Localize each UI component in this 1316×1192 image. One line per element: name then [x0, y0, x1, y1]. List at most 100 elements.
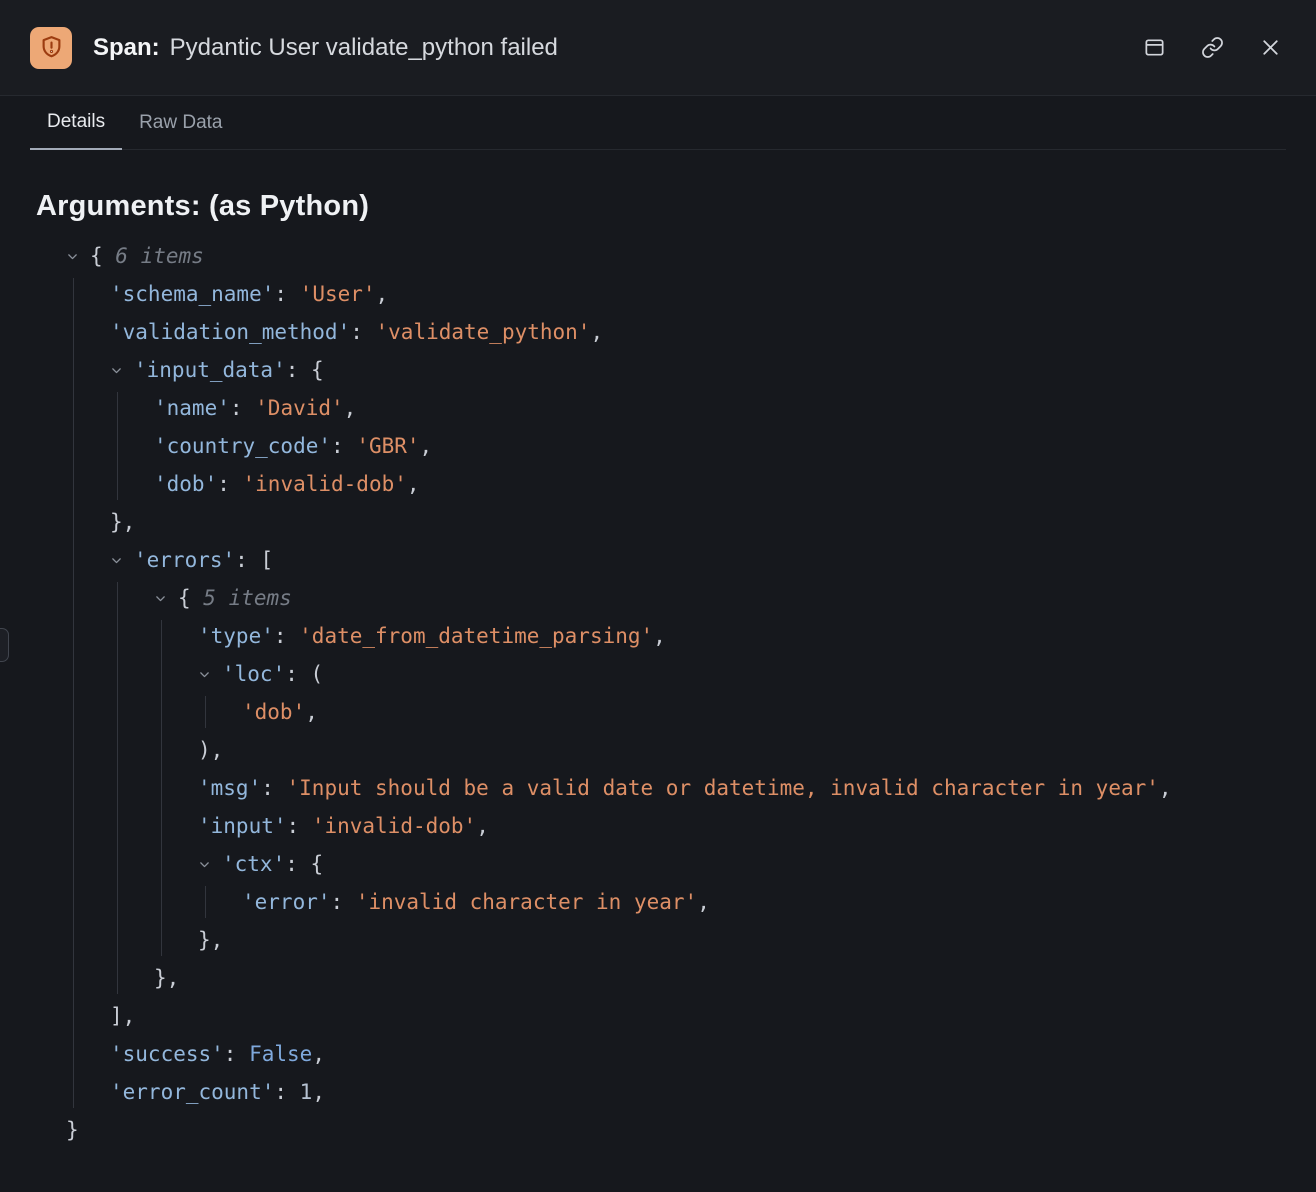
token-p: {: [178, 586, 203, 610]
details-panel-content: Arguments: (as Python) { 6 items'schema_…: [0, 190, 1316, 1149]
token-m: 5 items: [203, 586, 292, 610]
drawer-resize-handle[interactable]: [0, 628, 9, 662]
tree-line: 'input': 'invalid-dob',: [30, 807, 1286, 845]
indent-guide: [205, 886, 206, 918]
token-k: 'dob': [154, 472, 217, 496]
tree-line: },: [30, 959, 1286, 997]
token-p: },: [154, 966, 179, 990]
alert-shield-icon: [30, 27, 72, 69]
token-p: ,: [407, 472, 420, 496]
token-p: :: [217, 472, 242, 496]
tree-line: 'schema_name': 'User',: [30, 275, 1286, 313]
collapse-toggle-icon[interactable]: [198, 668, 222, 681]
tree-line: 'errors': [: [30, 541, 1286, 579]
token-k: 'msg': [198, 776, 261, 800]
token-s: 'User': [300, 282, 376, 306]
tree-line: 'country_code': 'GBR',: [30, 427, 1286, 465]
token-p: ,: [344, 396, 357, 420]
span-title-label: Span:: [93, 34, 160, 61]
token-p: ,: [305, 700, 318, 724]
token-k: 'schema_name': [110, 282, 274, 306]
token-p: :: [331, 434, 356, 458]
token-p: ],: [110, 1004, 135, 1028]
tree-line: 'name': 'David',: [30, 389, 1286, 427]
token-p: ),: [198, 738, 223, 762]
token-p: ,: [1159, 776, 1172, 800]
tree-line: 'msg': 'Input should be a valid date or …: [30, 769, 1286, 807]
collapse-toggle-icon[interactable]: [66, 250, 90, 263]
indent-guide: [117, 392, 118, 500]
token-p: ,: [697, 890, 710, 914]
token-p: :: [331, 890, 356, 914]
tree-line: 'input_data': {: [30, 351, 1286, 389]
token-k: 'country_code': [154, 434, 331, 458]
token-b: False: [249, 1042, 312, 1066]
collapse-toggle-icon[interactable]: [154, 592, 178, 605]
collapse-toggle-icon[interactable]: [198, 858, 222, 871]
token-p: : {: [285, 852, 323, 876]
tab-bar-container: Details Raw Data: [0, 96, 1316, 150]
span-title: Span:Pydantic User validate_python faile…: [93, 34, 1118, 62]
tree-line: 'loc': (: [30, 655, 1286, 693]
token-p: :: [350, 320, 375, 344]
token-p: :: [287, 814, 312, 838]
token-k: 'input': [198, 814, 287, 838]
link-icon: [1201, 36, 1224, 59]
copy-link-button[interactable]: [1197, 32, 1228, 63]
arguments-tree: { 6 items'schema_name': 'User','validati…: [30, 237, 1286, 1149]
token-p: ,: [376, 282, 389, 306]
token-k: 'success': [110, 1042, 224, 1066]
token-p: ,: [420, 434, 433, 458]
token-p: :: [230, 396, 255, 420]
indent-guide: [205, 696, 206, 728]
token-k: 'loc': [222, 662, 285, 686]
token-p: ,: [590, 320, 603, 344]
token-p: : {: [286, 358, 324, 382]
tree-line: 'validation_method': 'validate_python',: [30, 313, 1286, 351]
token-p: }: [66, 1118, 79, 1142]
tree-line: 'ctx': {: [30, 845, 1286, 883]
token-p: },: [110, 510, 135, 534]
tab-raw-data[interactable]: Raw Data: [122, 96, 239, 149]
token-k: 'validation_method': [110, 320, 350, 344]
tree-line: }: [30, 1111, 1286, 1149]
arguments-heading: Arguments: (as Python): [36, 190, 1286, 223]
panel-icon: [1143, 36, 1166, 59]
tree-line: },: [30, 503, 1286, 541]
token-p: : (: [285, 662, 323, 686]
token-p: ,: [653, 624, 666, 648]
token-k: 'error': [242, 890, 331, 914]
tree-line: 'error': 'invalid character in year',: [30, 883, 1286, 921]
token-p: :: [274, 1080, 299, 1104]
collapse-toggle-icon[interactable]: [110, 364, 134, 377]
token-p: {: [90, 244, 115, 268]
token-s: 'invalid-dob': [312, 814, 476, 838]
token-k: 'ctx': [222, 852, 285, 876]
collapse-toggle-icon[interactable]: [110, 554, 134, 567]
token-k: 'errors': [134, 548, 235, 572]
tree-line: 'dob': 'invalid-dob',: [30, 465, 1286, 503]
tree-line: 'success': False,: [30, 1035, 1286, 1073]
token-p: },: [198, 928, 223, 952]
token-k: 'type': [198, 624, 274, 648]
token-p: :: [274, 624, 299, 648]
token-s: 'validate_python': [376, 320, 591, 344]
token-n: 1: [300, 1080, 313, 1104]
tab-details[interactable]: Details: [30, 96, 122, 150]
indent-guide: [161, 620, 162, 956]
tree-line: { 5 items: [30, 579, 1286, 617]
token-p: :: [224, 1042, 249, 1066]
token-m: 6 items: [115, 244, 204, 268]
header-actions: [1139, 32, 1286, 63]
close-icon: [1259, 36, 1282, 59]
token-p: :: [274, 282, 299, 306]
tree-line: 'dob',: [30, 693, 1286, 731]
token-p: ,: [476, 814, 489, 838]
tree-line: { 6 items: [30, 237, 1286, 275]
open-in-panel-button[interactable]: [1139, 32, 1170, 63]
close-button[interactable]: [1255, 32, 1286, 63]
tree-line: 'type': 'date_from_datetime_parsing',: [30, 617, 1286, 655]
token-k: 'error_count': [110, 1080, 274, 1104]
token-s: 'David': [255, 396, 344, 420]
tree-line: },: [30, 921, 1286, 959]
